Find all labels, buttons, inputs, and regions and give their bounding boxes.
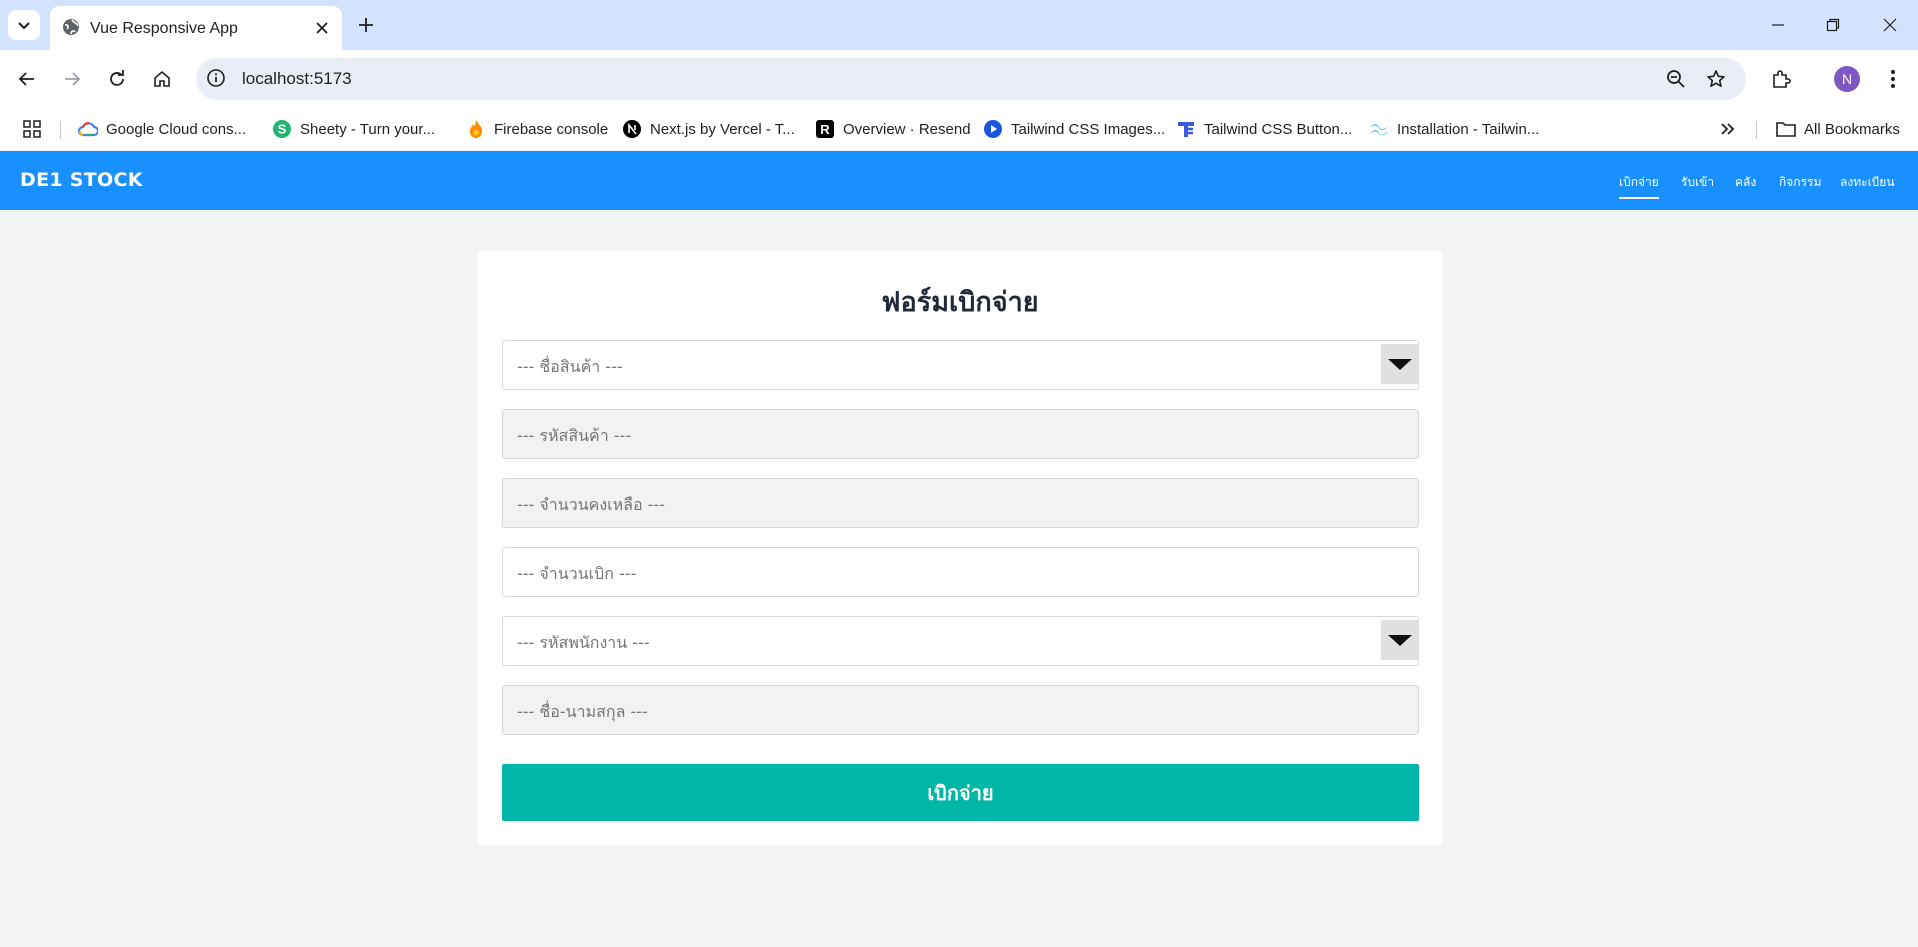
arrow-right-icon	[65, 72, 81, 86]
more-vert-icon	[1891, 70, 1895, 88]
address-bar[interactable]: localhost:5173	[196, 58, 1746, 100]
restore-button[interactable]	[1817, 10, 1849, 40]
brand-logo[interactable]: DE1 STOCK	[20, 169, 143, 191]
caret-down-icon	[1388, 358, 1412, 370]
product-name-select[interactable]: --- ชื่อสินค้า ---	[502, 340, 1419, 390]
product-name-placeholder: --- ชื่อสินค้า ---	[517, 357, 623, 376]
tailwind-elements-icon	[1176, 119, 1196, 139]
nav-item-register[interactable]: ลงทะเบียน	[1840, 173, 1895, 192]
sheety-icon: S	[272, 119, 292, 139]
menu-button[interactable]	[1876, 62, 1910, 96]
site-info-icon[interactable]	[206, 68, 226, 92]
tab-title: Vue Responsive App	[90, 20, 238, 37]
home-button[interactable]	[145, 62, 179, 96]
chevron-down-icon	[18, 22, 30, 30]
firebase-icon	[466, 119, 486, 139]
forward-button[interactable]	[55, 62, 89, 96]
stock-remaining-field[interactable]: --- จำนวนคงเหลือ ---	[502, 478, 1419, 528]
withdraw-quantity-input[interactable]: --- จำนวนเบิก ---	[502, 547, 1419, 597]
url-text: localhost:5173	[242, 69, 352, 88]
svg-text:R: R	[820, 122, 830, 137]
employee-name-placeholder: --- ชื่อ-นามสกุล ---	[517, 702, 648, 721]
bookmark-item[interactable]: Tailwind CSS Images...	[983, 117, 1165, 141]
product-code-placeholder: --- รหัสสินค้า ---	[517, 426, 632, 445]
google-cloud-icon	[78, 119, 98, 139]
apps-grid-icon	[22, 119, 42, 139]
extensions-button[interactable]	[1764, 62, 1798, 96]
nav-item-receive[interactable]: รับเข้า	[1681, 173, 1714, 192]
tab-close-icon[interactable]	[310, 16, 334, 40]
form-title: ฟอร์มเบิกจ่าย	[881, 287, 1039, 318]
plus-icon	[359, 18, 373, 32]
dropdown-toggle[interactable]	[1381, 620, 1419, 660]
product-code-field[interactable]: --- รหัสสินค้า ---	[502, 409, 1419, 459]
withdraw-form-card: ฟอร์มเบิกจ่าย --- ชื่อสินค้า --- --- รหั…	[477, 250, 1443, 846]
withdraw-quantity-placeholder: --- จำนวนเบิก ---	[517, 564, 637, 583]
employee-id-select[interactable]: --- รหัสพนักงาน ---	[502, 616, 1419, 666]
tab-search-button[interactable]	[8, 10, 40, 40]
folder-icon	[1776, 119, 1796, 139]
browser-tab-strip: Vue Responsive App	[0, 0, 1918, 50]
zoom-icon[interactable]	[1664, 67, 1688, 91]
close-icon	[1883, 18, 1897, 32]
bookmark-item[interactable]: Next.js by Vercel - T...	[622, 117, 795, 141]
bookmarks-bar: Google Cloud cons... S Sheety - Turn you…	[0, 108, 1918, 150]
minimize-button[interactable]	[1762, 10, 1794, 40]
new-tab-button[interactable]	[352, 11, 380, 39]
profile-avatar[interactable]: N	[1834, 66, 1860, 92]
bookmark-item[interactable]: R Overview · Resend	[815, 117, 971, 141]
puzzle-icon	[1773, 70, 1791, 88]
restore-icon	[1826, 18, 1840, 32]
tailwind-icon	[1369, 119, 1389, 139]
browser-toolbar: localhost:5173 N	[0, 50, 1918, 108]
nextjs-icon	[622, 119, 642, 139]
bookmark-item[interactable]: Google Cloud cons...	[78, 117, 246, 141]
reload-button[interactable]	[100, 62, 134, 96]
employee-name-field[interactable]: --- ชื่อ-นามสกุล ---	[502, 685, 1419, 735]
bookmark-item[interactable]: S Sheety - Turn your...	[272, 117, 435, 141]
globe-icon	[62, 18, 80, 40]
resend-icon: R	[815, 119, 835, 139]
bookmark-item[interactable]: Tailwind CSS Button...	[1176, 117, 1352, 141]
apps-button[interactable]	[22, 117, 42, 141]
bookmark-item[interactable]: Firebase console	[466, 117, 608, 141]
withdraw-submit-button[interactable]: เบิกจ่าย	[502, 764, 1419, 821]
nav-item-warehouse[interactable]: คลัง	[1735, 173, 1756, 192]
app-header: DE1 STOCK เบิกจ่าย รับเข้า คลัง กิจกรรม …	[0, 151, 1918, 210]
caret-down-icon	[1388, 634, 1412, 646]
double-chevron-right-icon	[1718, 119, 1738, 139]
home-icon	[154, 70, 170, 87]
employee-id-placeholder: --- รหัสพนักงาน ---	[517, 633, 650, 652]
arrow-left-icon	[18, 72, 34, 86]
reload-icon	[110, 70, 124, 86]
close-window-button[interactable]	[1874, 10, 1906, 40]
bookmark-separator	[60, 121, 61, 139]
play-icon	[983, 119, 1003, 139]
svg-text:S: S	[278, 122, 287, 137]
back-button[interactable]	[10, 62, 44, 96]
bookmarks-overflow-button[interactable]	[1718, 117, 1738, 141]
minimize-icon	[1772, 24, 1784, 26]
nav-item-activity[interactable]: กิจกรรม	[1779, 173, 1821, 192]
nav-item-withdraw[interactable]: เบิกจ่าย	[1619, 173, 1659, 199]
stock-remaining-placeholder: --- จำนวนคงเหลือ ---	[517, 495, 665, 514]
browser-tab[interactable]: Vue Responsive App	[50, 6, 342, 50]
star-icon[interactable]	[1704, 67, 1728, 91]
bookmark-separator	[1756, 121, 1757, 139]
all-bookmarks-button[interactable]: All Bookmarks	[1776, 117, 1900, 141]
dropdown-toggle[interactable]	[1381, 344, 1419, 384]
bookmark-item[interactable]: Installation - Tailwin...	[1369, 117, 1539, 141]
